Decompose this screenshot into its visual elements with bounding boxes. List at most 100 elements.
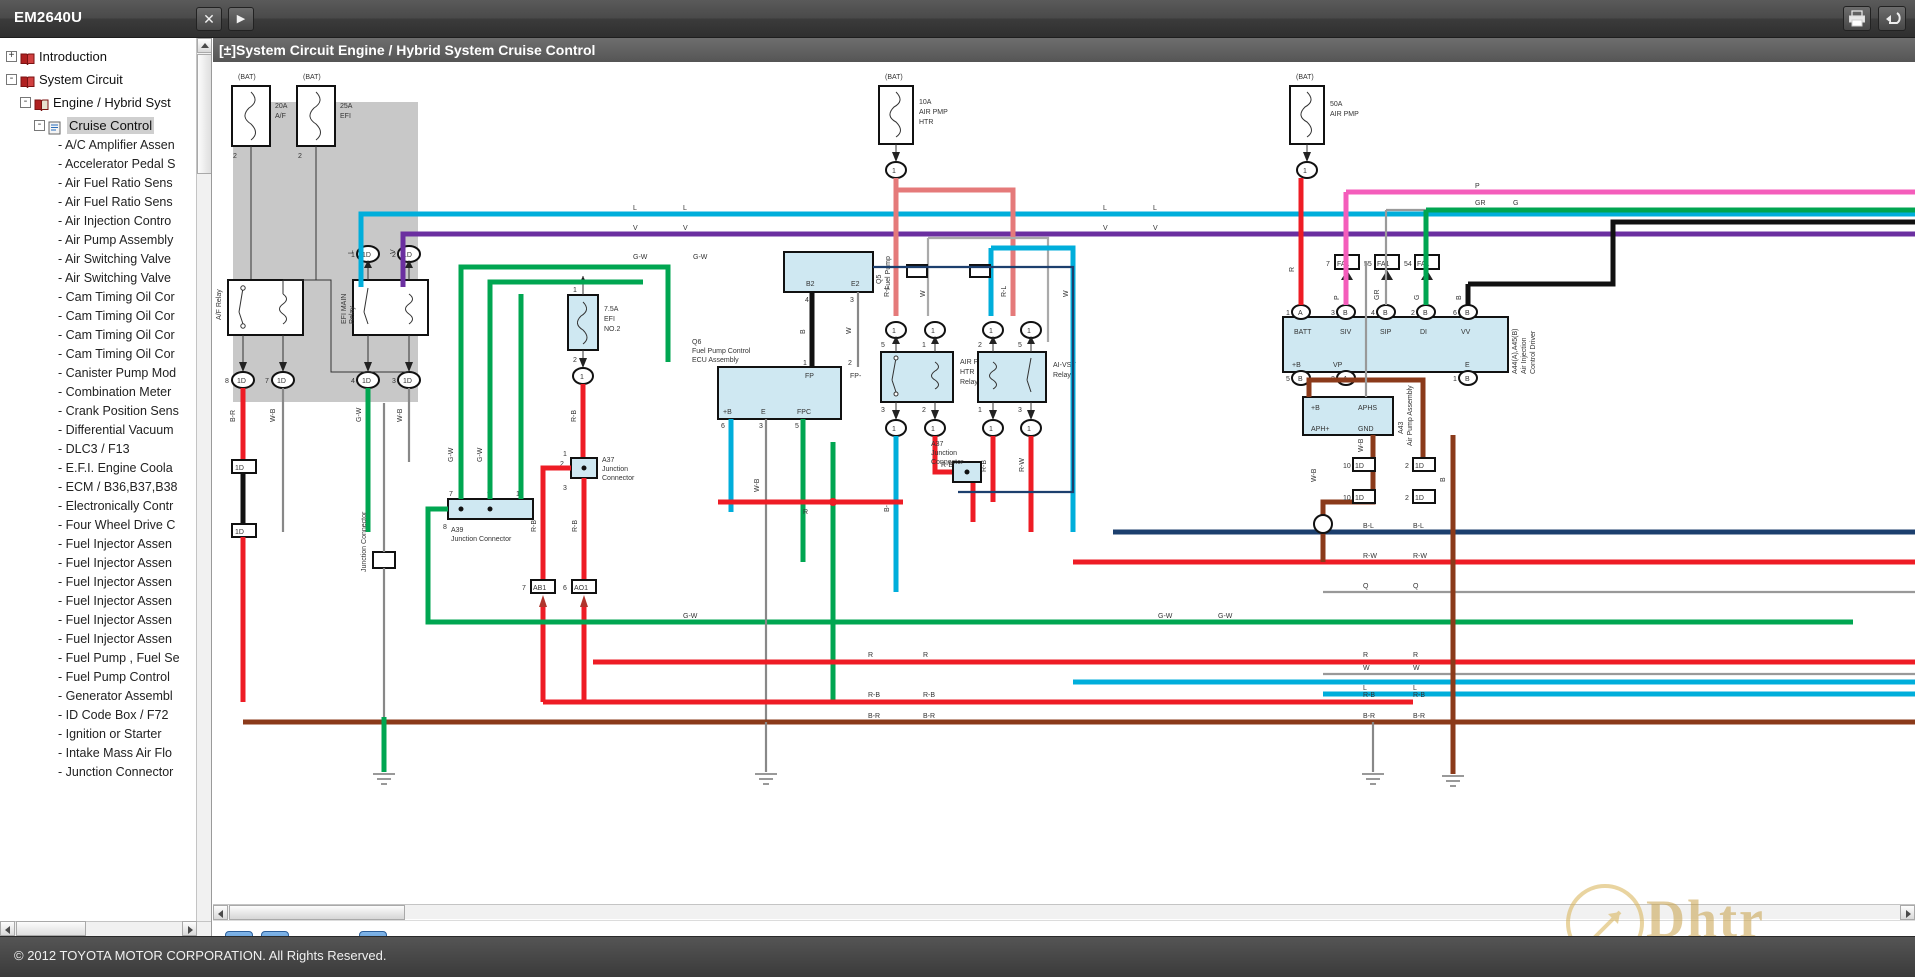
sidebar-item[interactable]: - Fuel Injector Assen — [0, 630, 196, 649]
sidebar-item[interactable]: - ID Code Box / F72 — [0, 706, 196, 725]
sidebar-item[interactable]: - DLC3 / F13 — [0, 440, 196, 459]
sidebar-item[interactable]: - Fuel Injector Assen — [0, 573, 196, 592]
diagram-scroll-right[interactable] — [1900, 905, 1915, 920]
svg-text:R: R — [1289, 267, 1296, 272]
sidebar-item[interactable]: - A/C Amplifier Assen — [0, 136, 196, 155]
svg-text:2: 2 — [1405, 495, 1409, 502]
document-icon — [48, 119, 63, 135]
svg-text:A37: A37 — [931, 441, 944, 448]
sidebar-item[interactable]: - Fuel Pump , Fuel Se — [0, 649, 196, 668]
sidebar-item[interactable]: - Crank Position Sens — [0, 402, 196, 421]
svg-text:W-B: W-B — [270, 408, 277, 422]
sidebar-item[interactable]: - Fuel Pump Control — [0, 668, 196, 687]
svg-text:W-B: W-B — [754, 478, 761, 492]
svg-text:6: 6 — [721, 423, 725, 430]
sidebar-item[interactable]: - Air Injection Contro — [0, 212, 196, 231]
book-open-icon — [20, 73, 35, 88]
relay-air-pmp-htr: AIR PMP HTR Relay 1 1 51 32 1 1 — [880, 321, 989, 437]
svg-text:5: 5 — [881, 342, 885, 349]
tree-node-system-circuit[interactable]: - System Circuit — [0, 67, 196, 90]
scroll-right-arrow[interactable] — [182, 921, 197, 936]
sidebar-item[interactable]: - ECM / B36,B37,B38 — [0, 478, 196, 497]
sidebar-item[interactable]: - E.F.I. Engine Coola — [0, 459, 196, 478]
sidebar-item[interactable]: - Electronically Contr — [0, 497, 196, 516]
tree-node-engine-hybrid-syst[interactable]: - Engine / Hybrid Syst — [0, 90, 196, 113]
tree-node-label: System Circuit — [39, 72, 123, 88]
sidebar-item[interactable]: - Differential Vacuum — [0, 421, 196, 440]
diagram-scroll-thumb[interactable] — [229, 905, 405, 920]
expander-toggle[interactable]: - — [20, 97, 31, 109]
sidebar-item[interactable]: - Air Pump Assembly — [0, 231, 196, 250]
svg-text:Air Pump Assembly: Air Pump Assembly — [1407, 385, 1414, 446]
svg-text:1: 1 — [1027, 328, 1031, 335]
sidebar-item[interactable]: - Air Switching Valve — [0, 250, 196, 269]
sidebar-hscroll-thumb[interactable] — [16, 921, 86, 936]
tree-node-cruise-control[interactable]: - Cruise Control — [0, 113, 196, 136]
svg-text:5: 5 — [1018, 342, 1022, 349]
svg-text:G-W: G-W — [683, 613, 698, 620]
svg-text:8: 8 — [225, 378, 229, 385]
sidebar-item[interactable]: - Junction Connector — [0, 763, 196, 782]
sidebar-item[interactable]: - Canister Pump Mod — [0, 364, 196, 383]
sidebar-item[interactable]: - Cam Timing Oil Cor — [0, 307, 196, 326]
back-button[interactable] — [1878, 6, 1906, 31]
svg-text:B: B — [1440, 477, 1447, 482]
next-page-button[interactable]: ▶ — [228, 7, 254, 31]
sidebar-item[interactable]: - Air Fuel Ratio Sens — [0, 174, 196, 193]
expander-toggle[interactable]: - — [34, 120, 45, 132]
copyright-text: © 2012 TOYOTA MOTOR CORPORATION. All Rig… — [14, 948, 387, 963]
sidebar-item[interactable]: - Cam Timing Oil Cor — [0, 345, 196, 364]
svg-text:A43: A43 — [1398, 421, 1405, 434]
sidebar-item[interactable]: - Cam Timing Oil Cor — [0, 288, 196, 307]
svg-text:(BAT): (BAT) — [1296, 74, 1314, 81]
sidebar: + Introduction - System Circuit - Engine / Hy… — [0, 38, 212, 936]
print-button[interactable] — [1843, 6, 1871, 31]
svg-text:NO.2: NO.2 — [604, 326, 620, 333]
sidebar-item[interactable]: - Fuel Injector Assen — [0, 592, 196, 611]
diagram-canvas[interactable]: .w { fill:none; stroke-width:5; } .wt { … — [213, 62, 1915, 902]
svg-text:3: 3 — [850, 297, 854, 304]
sidebar-item[interactable]: - Four Wheel Drive C — [0, 516, 196, 535]
tree-node-introduction[interactable]: + Introduction — [0, 44, 196, 67]
svg-text:1: 1 — [892, 168, 896, 175]
svg-text:+B: +B — [723, 409, 732, 416]
expander-toggle[interactable]: + — [6, 51, 17, 63]
svg-text:R: R — [1413, 652, 1418, 659]
sidebar-item[interactable]: - Fuel Injector Assen — [0, 535, 196, 554]
sidebar-item[interactable]: - Cam Timing Oil Cor — [0, 326, 196, 345]
sidebar-item[interactable]: - Intake Mass Air Flo — [0, 744, 196, 763]
svg-text:7: 7 — [449, 491, 453, 498]
svg-text:EFI: EFI — [340, 113, 351, 120]
sidebar-item[interactable]: - Fuel Injector Assen — [0, 611, 196, 630]
svg-text:3: 3 — [1018, 407, 1022, 414]
expand-toggle[interactable]: [±] — [219, 42, 236, 58]
svg-text:R-B: R-B — [531, 520, 538, 532]
expander-toggle[interactable]: - — [6, 74, 17, 86]
window-title: EM2640U — [14, 9, 83, 26]
component-q5-fuel-pump: B2 E2 Q5 Fuel Pump 4 3 — [783, 251, 892, 304]
sidebar-vertical-scrollbar[interactable] — [196, 38, 211, 936]
sidebar-item[interactable]: - Accelerator Pedal S — [0, 155, 196, 174]
close-button[interactable]: ✕ — [196, 7, 222, 31]
diagram-horizontal-scrollbar[interactable] — [213, 904, 1915, 920]
sidebar-item[interactable]: - Air Switching Valve — [0, 269, 196, 288]
diagram-scroll-left[interactable] — [213, 905, 228, 920]
svg-text:1: 1 — [989, 328, 993, 335]
svg-text:GR: GR — [1374, 290, 1381, 301]
svg-text:L: L — [348, 250, 355, 254]
svg-text:1: 1 — [803, 360, 807, 367]
svg-text:(BAT): (BAT) — [885, 74, 903, 81]
junction-connector-a37-upper: A37 Junction Connector 1 2 3 — [560, 451, 635, 492]
scroll-left-arrow[interactable] — [0, 921, 15, 936]
sidebar-item[interactable]: - Generator Assembl — [0, 687, 196, 706]
sidebar-item[interactable]: - Ignition or Starter — [0, 725, 196, 744]
sidebar-horizontal-scrollbar[interactable] — [0, 921, 211, 936]
sidebar-item[interactable]: - Combination Meter — [0, 383, 196, 402]
sidebar-item[interactable]: - Air Fuel Ratio Sens — [0, 193, 196, 212]
svg-text:B-R: B-R — [1413, 713, 1425, 720]
sidebar-item[interactable]: - Fuel Injector Assen — [0, 554, 196, 573]
svg-text:ECU Assembly: ECU Assembly — [692, 357, 739, 364]
sidebar-scroll-thumb[interactable] — [197, 54, 211, 174]
svg-text:R: R — [923, 652, 928, 659]
scroll-up-arrow[interactable] — [197, 38, 211, 53]
